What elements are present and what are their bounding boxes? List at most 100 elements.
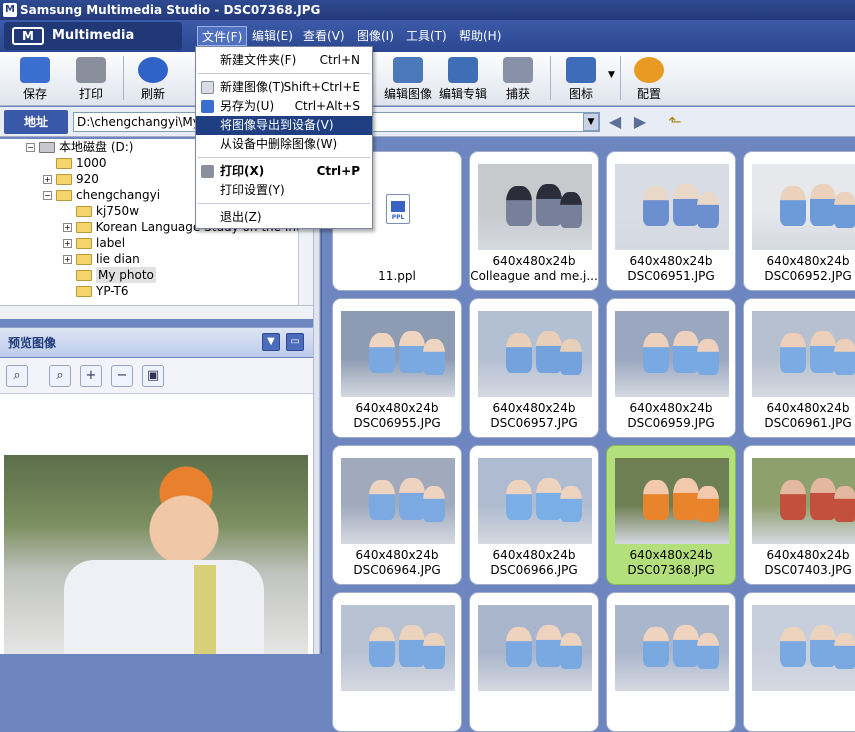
- menu-item-print-setup[interactable]: 打印设置(Y): [196, 181, 372, 200]
- menu-item-label: 打印设置(Y): [220, 183, 285, 197]
- expand-icon[interactable]: +: [63, 222, 72, 232]
- thumbnail-caption: 640x480x24b DSC06957.JPG: [470, 401, 598, 431]
- zoom-out-icon[interactable]: −: [111, 365, 133, 387]
- icon-view-button[interactable]: 图标: [560, 54, 602, 104]
- menu-item-export-to-device[interactable]: 将图像导出到设备(V): [196, 116, 372, 135]
- thumbnail-card[interactable]: 640x480x24b Colleague and me.j...: [469, 151, 599, 291]
- menu-item-exit[interactable]: 退出(Z): [196, 208, 372, 227]
- menu-item-new-image[interactable]: 新建图像(T) Shift+Ctrl+E: [196, 78, 372, 97]
- collapse-icon[interactable]: −: [43, 190, 52, 200]
- tree-horizontal-scrollbar[interactable]: [0, 305, 313, 319]
- zoom-icon[interactable]: ⌕: [49, 365, 71, 387]
- menu-item-shortcut: Ctrl+P: [316, 164, 360, 178]
- window-title: Samsung Multimedia Studio - DSC07368.JPG: [20, 3, 321, 17]
- thumbnail-card[interactable]: 640x480x24b DSC06951.JPG: [606, 151, 736, 291]
- menu-item-print[interactable]: 打印(X) Ctrl+P: [196, 162, 372, 181]
- thumbnail-card[interactable]: 640x480x24b DSC06961.JPG: [743, 298, 855, 438]
- print-label: 打印: [78, 87, 103, 101]
- edit-image-label: 编辑图像: [383, 87, 432, 101]
- fullscreen-icon[interactable]: ▣: [142, 365, 164, 387]
- tree-node-my-photo[interactable]: My photo: [76, 267, 313, 283]
- printer-icon: [201, 165, 214, 178]
- thumbnail-dimensions: 640x480x24b: [766, 548, 850, 562]
- address-dropdown-icon[interactable]: ▼: [583, 113, 599, 131]
- menu-item-new-folder[interactable]: 新建文件夹(F) Ctrl+N: [196, 51, 372, 70]
- print-button[interactable]: 打印: [70, 54, 112, 104]
- tree-node-yp-t6[interactable]: YP-T6: [76, 283, 313, 299]
- app-logo: M Multimedia Studio: [4, 22, 182, 71]
- menu-separator: [198, 73, 370, 74]
- up-folder-icon[interactable]: ⬑: [665, 112, 685, 132]
- edit-image-button[interactable]: 编辑图像: [382, 54, 434, 104]
- refresh-button[interactable]: 刷新: [132, 54, 174, 104]
- thumbnail-card[interactable]: [469, 592, 599, 732]
- menu-image[interactable]: 图像(I): [353, 26, 398, 46]
- fit-view-icon[interactable]: ⌕: [6, 365, 28, 387]
- folder-icon: [76, 237, 92, 249]
- config-button[interactable]: 配置: [628, 54, 670, 104]
- restore-panel-icon[interactable]: ▭: [286, 333, 304, 351]
- thumbnail-card[interactable]: 640x480x24b DSC06957.JPG: [469, 298, 599, 438]
- thumbnail-filename: DSC06964.JPG: [353, 563, 441, 577]
- menu-file[interactable]: 文件(F): [197, 26, 248, 46]
- tree-node-label-folder[interactable]: + label: [63, 235, 313, 251]
- menu-view[interactable]: 查看(V): [299, 26, 349, 46]
- save-icon: [20, 57, 50, 83]
- expand-icon[interactable]: +: [63, 238, 72, 248]
- menu-item-delete-from-device[interactable]: 从设备中删除图像(W): [196, 135, 372, 154]
- tree-node-lie-dian[interactable]: + lie dian: [63, 251, 313, 267]
- edit-album-button[interactable]: 编辑专辑: [436, 54, 490, 104]
- back-arrow-icon[interactable]: ◀: [605, 112, 625, 132]
- title-bar: M Samsung Multimedia Studio - DSC07368.J…: [0, 0, 855, 20]
- new-image-icon: [201, 81, 214, 94]
- thumbnail-dimensions: 640x480x24b: [492, 401, 576, 415]
- thumbnail-card[interactable]: [332, 592, 462, 732]
- tree-node-label: label: [96, 236, 126, 250]
- thumbnail-dimensions: 640x480x24b: [766, 254, 850, 268]
- menu-item-shortcut: Ctrl+N: [319, 53, 360, 67]
- menu-edit[interactable]: 编辑(E): [248, 26, 297, 46]
- thumbnail-filename: DSC06952.JPG: [764, 269, 852, 283]
- menu-help[interactable]: 帮助(H): [455, 26, 505, 46]
- config-label: 配置: [636, 87, 661, 101]
- thumbnail-caption: 640x480x24b DSC07403.JPG: [744, 548, 855, 578]
- thumbnail-card[interactable]: 640x480x24b DSC06966.JPG: [469, 445, 599, 585]
- thumbnail-image: [478, 458, 592, 544]
- menu-separator: [198, 157, 370, 158]
- thumbnail-dimensions: 640x480x24b: [492, 548, 576, 562]
- icon-view-dropdown-icon[interactable]: ▼: [608, 70, 615, 80]
- thumbnail-card[interactable]: [606, 592, 736, 732]
- collapse-icon[interactable]: −: [26, 142, 35, 152]
- capture-button[interactable]: 捕获: [498, 54, 538, 104]
- chevron-down-icon[interactable]: ▼: [262, 333, 280, 351]
- thumbnail-card[interactable]: 640x480x24b DSC06959.JPG: [606, 298, 736, 438]
- thumbnail-card[interactable]: 640x480x24b DSC06955.JPG: [332, 298, 462, 438]
- thumbnail-card[interactable]: 640x480x24b DSC06964.JPG: [332, 445, 462, 585]
- forward-arrow-icon[interactable]: ▶: [630, 112, 650, 132]
- folder-icon: [75, 221, 92, 233]
- thumbnail-caption: 640x480x24b DSC06951.JPG: [607, 254, 735, 284]
- thumbnail-caption: 640x480x24b DSC06955.JPG: [333, 401, 461, 431]
- menu-item-save-as[interactable]: 另存为(U) Ctrl+Alt+S: [196, 97, 372, 116]
- thumbnail-image: [478, 311, 592, 397]
- save-button[interactable]: 保存: [14, 54, 56, 104]
- thumbnail-card[interactable]: [743, 592, 855, 732]
- expand-icon[interactable]: +: [63, 254, 72, 264]
- zoom-in-icon[interactable]: +: [80, 365, 102, 387]
- tree-node-label: chengchangyi: [76, 188, 161, 202]
- folder-icon: [56, 173, 72, 185]
- toolbar-separator: [123, 56, 124, 100]
- thumbnail-dimensions: 640x480x24b: [766, 401, 850, 415]
- thumbnail-image: [341, 458, 455, 544]
- tree-node-label: My photo: [96, 267, 156, 283]
- thumbnail-card[interactable]: 640x480x24b DSC06952.JPG: [743, 151, 855, 291]
- thumbnail-dimensions: 640x480x24b: [492, 254, 576, 268]
- expand-icon[interactable]: +: [43, 174, 52, 184]
- thumbnail-image: [752, 605, 855, 691]
- tree-node-label: kj750w: [96, 204, 140, 218]
- thumbnail-card[interactable]: 640x480x24b DSC07368.JPG: [606, 445, 736, 585]
- thumbnail-image: [478, 164, 592, 250]
- thumbnail-card[interactable]: 640x480x24b DSC07403.JPG: [743, 445, 855, 585]
- menu-tools[interactable]: 工具(T): [402, 26, 451, 46]
- gear-icon: [634, 57, 664, 83]
